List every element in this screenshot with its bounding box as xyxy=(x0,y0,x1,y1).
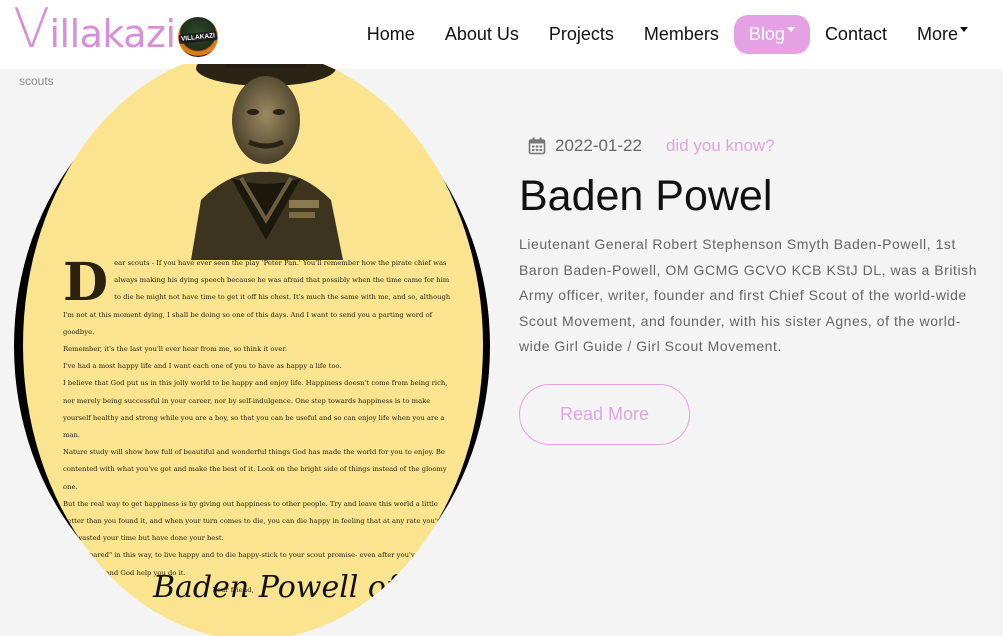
letter-paragraph: But the real way to get happiness is by … xyxy=(63,499,445,543)
post-title: Baden Powel xyxy=(519,172,773,220)
brand-name: Villakazi xyxy=(13,2,176,61)
read-more-button[interactable]: Read More xyxy=(519,384,690,445)
portrait-illustration xyxy=(191,64,343,260)
letter-text: D ear scouts - If you have ever seen the… xyxy=(63,255,453,599)
nav-blog-label: Blog xyxy=(748,24,785,44)
nav-about-us[interactable]: About Us xyxy=(430,15,534,54)
nav-members[interactable]: Members xyxy=(629,15,734,54)
main-nav: Home About Us Projects Members Blog Cont… xyxy=(352,15,983,54)
brand-badge-text: VILLAKAZI xyxy=(178,30,217,44)
nav-about-us-label: About Us xyxy=(444,24,519,44)
letter-paragraph: Remember, it's the last you'll ever hear… xyxy=(63,345,288,354)
letter-paragraph: I've had a most happy life and I want ea… xyxy=(63,362,342,371)
nav-contact-label: Contact xyxy=(824,24,887,44)
post-category-link[interactable]: did you know? xyxy=(666,136,775,156)
nav-home[interactable]: Home xyxy=(352,15,430,54)
letter-paragraph: ear scouts - If you have ever seen the p… xyxy=(63,259,451,336)
post-image[interactable]: D ear scouts - If you have ever seen the… xyxy=(14,64,490,636)
letter-drop-cap: D xyxy=(63,252,109,313)
nav-home-label: Home xyxy=(366,24,415,44)
brand-rest: illakazi xyxy=(49,12,176,56)
nav-more-label: More xyxy=(916,24,958,44)
letter-paragraph: Nature study will show how full of beaut… xyxy=(63,448,447,491)
post-excerpt: Lieutenant General Robert Stephenson Smy… xyxy=(519,236,978,354)
read-more-label: Read More xyxy=(559,404,650,424)
post-date: 2022-01-22 xyxy=(555,136,642,155)
letter-image: D ear scouts - If you have ever seen the… xyxy=(23,64,483,636)
post-meta: 2022-01-22 did you know? xyxy=(528,136,775,156)
caret-down-icon xyxy=(960,27,968,32)
calendar-icon xyxy=(528,137,546,155)
brand-logo[interactable]: Villakazi VILLAKAZI xyxy=(13,2,218,61)
nav-projects[interactable]: Projects xyxy=(534,15,629,54)
caret-down-icon xyxy=(786,27,795,32)
brand-badge-icon: VILLAKAZI xyxy=(177,17,218,57)
navbar: Villakazi VILLAKAZI Home About Us Projec… xyxy=(0,0,1003,69)
letter-paragraph: I believe that God put us in this jolly … xyxy=(63,379,448,440)
letter-signature: Baden Powell of Gilwell xyxy=(153,570,483,605)
nav-more-dropdown[interactable]: More xyxy=(902,15,983,54)
nav-blog-dropdown[interactable]: Blog xyxy=(733,15,810,54)
brand-initial: V xyxy=(13,0,50,60)
nav-projects-label: Projects xyxy=(548,24,614,44)
nav-members-label: Members xyxy=(643,24,719,44)
nav-contact[interactable]: Contact xyxy=(810,15,902,54)
